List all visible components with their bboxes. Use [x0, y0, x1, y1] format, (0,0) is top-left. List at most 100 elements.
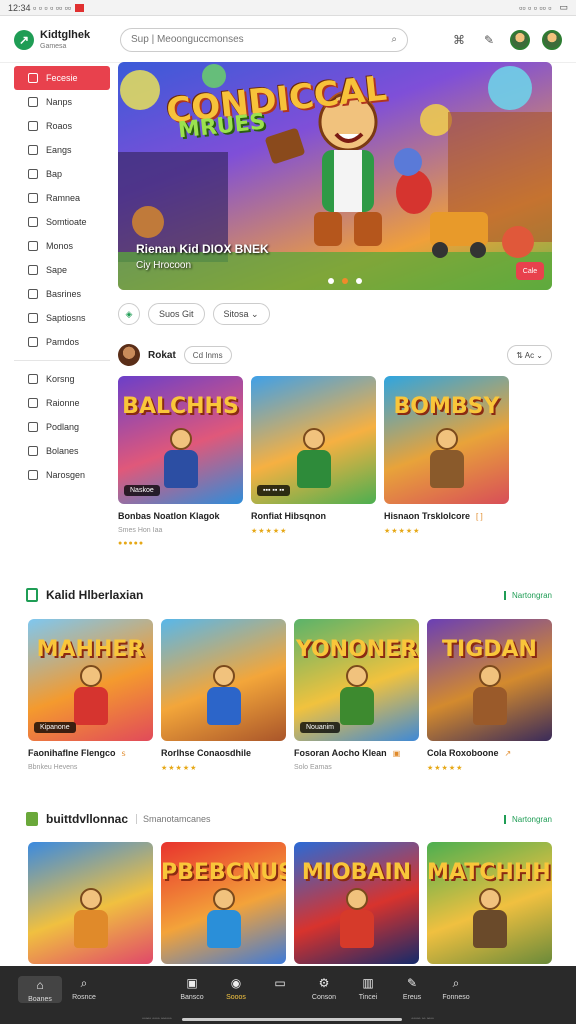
carousel-dot[interactable]	[328, 278, 334, 284]
game-card[interactable]: Rorlhse Conaosdhile ★★★★★	[161, 619, 286, 772]
sidebar-item-icon	[28, 446, 38, 456]
logo-text: Kidtglhek Gamesa	[40, 29, 90, 50]
game-card[interactable]: BALCHHS Naskoe Bonbas Noatlon Klagok Smes H…	[118, 376, 243, 547]
game-title[interactable]: Rorlhse Conaosdhile	[161, 748, 286, 758]
game-thumbnail[interactable]: PBEBCNUS	[161, 842, 286, 964]
notifications-icon[interactable]: ✎	[480, 31, 498, 49]
game-title[interactable]: Bonbas Noatlon Klagok	[118, 511, 243, 521]
search-bar[interactable]: ⌕	[120, 27, 408, 52]
game-thumbnail[interactable]: MAHHER Kipanone	[28, 619, 153, 741]
section-icon	[26, 588, 38, 602]
game-title[interactable]: Faonihaflne Flengco ꜱ	[28, 748, 153, 758]
sidebar-item-1[interactable]: Korsng	[14, 367, 110, 391]
filter-toggle-icon[interactable]: ◈	[118, 303, 140, 325]
user-avatar[interactable]	[542, 29, 562, 50]
game-thumbnail[interactable]: TIGDAN	[427, 619, 552, 741]
section3-see-all-link[interactable]: Nartongran	[503, 814, 552, 824]
sidebar-item-icon	[28, 289, 38, 299]
game-card[interactable]: TIGDAN Cola Roxoboone ↗ ★★★★★	[427, 619, 552, 772]
hero-banner[interactable]: CONDICCAL MRUES Rienan Kid DIOX BNEK Ciy…	[118, 62, 552, 290]
app-logo[interactable]: ↗ Kidtglhek Gamesa	[14, 29, 110, 50]
nav-item-library[interactable]: ▥ Tincei	[346, 976, 390, 1001]
sidebar-item-label: Nanps	[46, 97, 73, 107]
sidebar-item-6[interactable]: Ramnea	[14, 186, 110, 210]
nav-item-find[interactable]: ⌕ Fonneso	[434, 976, 478, 1002]
friend-avatar[interactable]	[510, 29, 530, 50]
sidebar-item-5[interactable]: Narosgen	[14, 463, 110, 487]
character-head	[345, 888, 368, 910]
game-thumbnail[interactable]: ▪▪▪ ▪▪ ▪▪	[251, 376, 376, 504]
hero-cta-button[interactable]: Cale	[516, 262, 544, 280]
search-icon[interactable]: ⌕	[391, 34, 397, 45]
sidebar-item-9[interactable]: Sape	[14, 258, 110, 282]
game-thumbnail[interactable]: YONONER Nouanim	[294, 619, 419, 741]
character-head	[302, 428, 325, 450]
sidebar-item-3[interactable]: Roaos	[14, 114, 110, 138]
nav-item-search[interactable]: ⌕ Rosnce	[62, 976, 106, 1002]
filter-chip-2[interactable]: Sitosa ⌄	[212, 303, 270, 325]
thumbnail-badge: ▪▪▪ ▪▪ ▪▪	[257, 485, 291, 496]
nav-item-card[interactable]: ▭	[258, 976, 302, 994]
sidebar-item-4[interactable]: Bolanes	[14, 439, 110, 463]
carousel-dot[interactable]	[356, 278, 362, 284]
game-title[interactable]: Cola Roxoboone ↗	[427, 748, 552, 758]
sidebar-item-4[interactable]: Eangs	[14, 138, 110, 162]
sidebar-item-2[interactable]: Nanps	[14, 90, 110, 114]
character-art	[424, 428, 470, 490]
sidebar-item-label: Korsng	[46, 374, 75, 384]
game-card[interactable]: YONONER Nouanim Fosoran Aocho Klean ▣ Solo E…	[294, 619, 419, 772]
game-card[interactable]: MATCHHHIS	[427, 842, 552, 964]
section2-see-all-link[interactable]: Nartongran	[503, 590, 552, 600]
game-card[interactable]	[28, 842, 153, 964]
game-title[interactable]: Hisnaon Trsklolcore [ ]	[384, 511, 509, 521]
nav-item-settings[interactable]: ⚙ Conson	[302, 976, 346, 1001]
home-indicator[interactable]	[181, 1017, 402, 1021]
sort-dropdown[interactable]: ⇅ Ac ⌄	[507, 345, 552, 365]
game-card[interactable]: PBEBCNUS	[161, 842, 286, 964]
sidebar-item-12[interactable]: Pamdos	[14, 330, 110, 354]
nav-item-label: Tincei	[358, 994, 378, 1001]
carousel-dot[interactable]	[342, 278, 348, 284]
sidebar-item-icon	[28, 145, 38, 155]
game-card[interactable]: MIOBAIN	[294, 842, 419, 964]
thumbnail-title: TIGDAN	[442, 637, 537, 662]
sidebar-item-7[interactable]: Somtioate	[14, 210, 110, 234]
sidebar-item-5[interactable]: Bap	[14, 162, 110, 186]
rating-stars: ★★★★★	[251, 528, 288, 535]
sidebar-item-3[interactable]: Podlang	[14, 415, 110, 439]
sidebar-divider	[14, 360, 110, 361]
game-title-marker-icon: ꜱ	[121, 748, 126, 758]
game-thumbnail[interactable]: MIOBAIN	[294, 842, 419, 964]
game-title-text: Bonbas Noatlon Klagok	[118, 511, 220, 521]
game-title[interactable]: Fosoran Aocho Klean ▣	[294, 748, 419, 758]
nav-item-home[interactable]: ⌂ Boanes	[18, 976, 62, 1003]
game-card[interactable]: ▪▪▪ ▪▪ ▪▪ Ronfiat Hibsqnon ★★★★★	[251, 376, 376, 547]
featured-row-header: Rokat Cd Inms ⇅ Ac ⌄	[118, 344, 552, 366]
game-thumbnail[interactable]	[28, 842, 153, 964]
sidebar-item-11[interactable]: Saptiosns	[14, 306, 110, 330]
sidebar-item-label: Fecesie	[46, 73, 78, 83]
featured-chip[interactable]: Cd Inms	[183, 346, 232, 364]
game-card[interactable]: BOMBSY Hisnaon Trsklolcore [ ] ★★★★★	[384, 376, 509, 547]
sidebar-item-2[interactable]: Raionne	[14, 391, 110, 415]
character-art	[291, 428, 337, 490]
nav-item-edit[interactable]: ✎ Ereus	[390, 976, 434, 1001]
gamepad-icon[interactable]: ⌘	[450, 31, 468, 49]
game-thumbnail[interactable]: MATCHHHIS	[427, 842, 552, 964]
game-title[interactable]: Ronfiat Hibsqnon	[251, 511, 376, 521]
game-thumbnail[interactable]: BOMBSY	[384, 376, 509, 504]
sidebar-item-1[interactable]: Fecesie	[14, 66, 110, 90]
game-card[interactable]: MAHHER Kipanone Faonihaflne Flengco ꜱ Bbnkeu…	[28, 619, 153, 772]
sidebar-item-8[interactable]: Monos	[14, 234, 110, 258]
character-body	[339, 910, 374, 948]
game-thumbnail[interactable]: BALCHHS Naskoe	[118, 376, 243, 504]
sidebar-item-label: Somtioate	[46, 217, 87, 227]
sidebar-item-10[interactable]: Basrines	[14, 282, 110, 306]
sidebar-item-label: Sape	[46, 265, 68, 275]
nav-item-coins[interactable]: ◉ Sooos	[214, 976, 258, 1001]
game-thumbnail[interactable]	[161, 619, 286, 741]
nav-item-play[interactable]: ▣ Bansco	[170, 976, 214, 1001]
search-input[interactable]	[131, 34, 392, 45]
filter-chip-1[interactable]: Suos Git	[148, 303, 205, 325]
character-art	[68, 665, 114, 727]
